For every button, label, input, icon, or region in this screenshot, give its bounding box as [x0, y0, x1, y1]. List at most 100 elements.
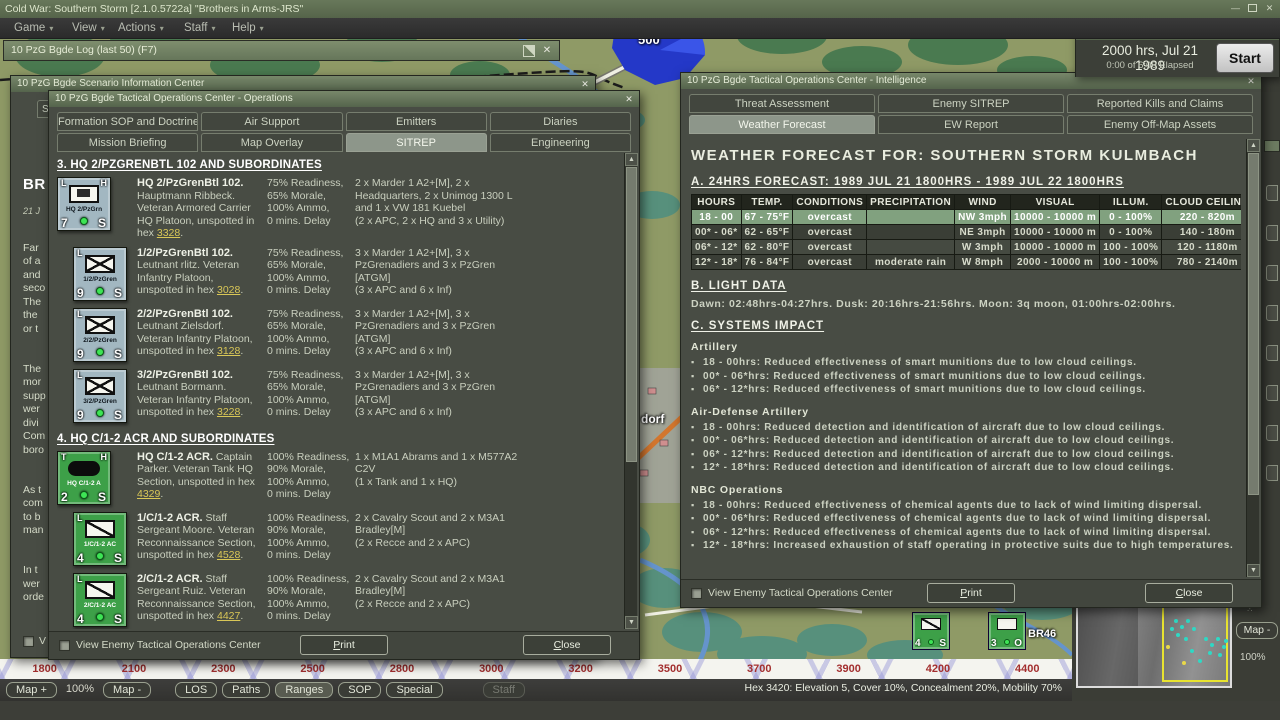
minimap-viewport[interactable] [1162, 606, 1228, 682]
print-button[interactable]: Print [927, 583, 1015, 603]
hex-status-text: Hex 3420: Elevation 5, Cover 10%, Concea… [744, 682, 1062, 694]
edge-button[interactable] [1266, 305, 1278, 321]
special-button[interactable]: Special [386, 682, 442, 698]
close-button[interactable]: Close [1145, 583, 1233, 603]
scrollbar[interactable]: ▲ ▼ [624, 153, 637, 629]
operations-window-titlebar[interactable]: 10 PzG Bgde Tactical Operations Center -… [49, 91, 639, 107]
infantry-symbol-icon [85, 255, 115, 273]
tab-formation-sop[interactable]: Formation SOP and Doctrine [57, 112, 198, 131]
print-button[interactable]: Print [300, 635, 388, 655]
tab-weather-forecast[interactable]: Weather Forecast [689, 115, 875, 134]
menu-view[interactable]: View [72, 18, 105, 39]
tab-diaries[interactable]: Diaries [490, 112, 631, 131]
edge-button[interactable] [1266, 425, 1278, 441]
zoom-level-edge: 100% [1240, 652, 1266, 663]
edge-button[interactable] [1266, 465, 1278, 481]
restore-icon[interactable] [1248, 4, 1257, 12]
tab-enemy-offmap[interactable]: Enemy Off-Map Assets [1067, 115, 1253, 134]
menu-actions[interactable]: Actions [118, 18, 164, 39]
hex-link[interactable]: 3328 [157, 227, 180, 239]
impact-nbc: NBC Operations 18 - 00hrs: Reduced effec… [691, 484, 1241, 553]
unit-row: L 2/C/1-2 AC 4S 2/C/1-2 ACR. Staff Serge… [57, 573, 619, 627]
hex-link[interactable]: 4427 [217, 610, 240, 622]
map-minus-edge-button[interactable]: Map - [1236, 622, 1278, 639]
map-toolbar: Map + 100% Map - LOS Paths Ranges SOP Sp… [0, 679, 1072, 701]
unit-row: L 2/2/PzGren 9S 2/2/PzGrenBtl 102. Leutn… [57, 308, 619, 362]
view-enemy-toc-checkbox[interactable] [691, 588, 702, 599]
edge-button[interactable] [1266, 225, 1278, 241]
status-dot-icon [96, 287, 104, 295]
unit-counter-icon[interactable]: TH HQ C/1-2 A 2S [57, 451, 111, 505]
unit-counter-icon[interactable]: L 2/2/PzGren 9S [73, 308, 127, 362]
section-c-heading: C. SYSTEMS IMPACT [691, 320, 1241, 332]
edge-button[interactable] [1266, 185, 1278, 201]
weather-content: WEATHER FORECAST FOR: SOUTHERN STORM KUL… [691, 139, 1241, 577]
tab-air-support[interactable]: Air Support [201, 112, 342, 131]
section-a-heading: A. 24HRS FORECAST: 1989 JUL 21 1800HRS -… [691, 176, 1241, 188]
hex-link[interactable]: 4528 [217, 549, 240, 561]
log-window-title: 10 PzG Bgde Log (last 50) (F7) [11, 44, 157, 56]
edge-button[interactable] [1266, 385, 1278, 401]
close-icon[interactable]: ✕ [579, 78, 591, 90]
ranges-button[interactable]: Ranges [275, 682, 333, 698]
los-button[interactable]: LOS [175, 682, 217, 698]
map-unit-counter[interactable]: 4 S [912, 612, 950, 650]
unit-equipment: 2 x Cavalry Scout and 2 x M3A1 Bradley[M… [355, 573, 530, 627]
unit-counter-icon[interactable]: L 1/2/PzGren 9S [73, 247, 127, 301]
tab-ew-report[interactable]: EW Report [878, 115, 1064, 134]
tab-reported-kills[interactable]: Reported Kills and Claims [1067, 94, 1253, 113]
minimap[interactable] [1076, 597, 1232, 688]
minimize-icon[interactable]: — [1229, 3, 1242, 14]
weather-header-row: HOURSTEMP. CONDITIONSPRECIPITATION WINDV… [692, 195, 1242, 210]
close-icon[interactable]: ✕ [623, 93, 635, 105]
unit-stats: 100% Readiness, 90% Morale, 100% Ammo, 0… [267, 451, 355, 505]
menu-game[interactable]: Game [14, 18, 53, 39]
status-dot-icon [96, 552, 104, 560]
popout-icon[interactable] [523, 45, 535, 57]
checkbox[interactable] [23, 636, 34, 647]
start-button[interactable]: Start [1216, 43, 1274, 73]
unit-equipment: 2 x Marder 1 A2+[M], 2 x Headquarters, 2… [355, 177, 530, 240]
staff-button[interactable]: Staff [483, 682, 525, 698]
map-plus-button[interactable]: Map + [6, 682, 57, 698]
tab-sitrep[interactable]: SITREP [346, 133, 487, 152]
unit-equipment: 2 x Cavalry Scout and 2 x M3A1 Bradley[M… [355, 512, 530, 566]
unit-row: L 1/C/1-2 AC 4S 1/C/1-2 ACR. Staff Serge… [57, 512, 619, 566]
unit-counter-icon[interactable]: L 2/C/1-2 AC 4S [73, 573, 127, 627]
unit-counter-icon[interactable]: L 3/2/PzGren 9S [73, 369, 127, 423]
sop-button[interactable]: SOP [338, 682, 381, 698]
unit-equipment: 3 x Marder 1 A2+[M], 3 x PzGrenadiers an… [355, 369, 530, 423]
menu-staff[interactable]: Staff [184, 18, 215, 39]
close-icon[interactable]: ✕ [1263, 3, 1276, 14]
tab-mission-briefing[interactable]: Mission Briefing [57, 133, 198, 152]
map-unit-counter[interactable]: 3 O [988, 612, 1026, 650]
log-window-titlebar[interactable]: 10 PzG Bgde Log (last 50) (F7) ✕ [3, 40, 560, 61]
status-dot-icon [80, 217, 88, 225]
tab-engineering[interactable]: Engineering [490, 133, 631, 152]
map-minus-button[interactable]: Map - [103, 682, 151, 698]
unit-counter-icon[interactable]: LH HQ 2/PzGrn 7S [57, 177, 111, 231]
tab-emitters[interactable]: Emitters [346, 112, 487, 131]
close-icon[interactable]: ✕ [541, 45, 553, 57]
hex-link[interactable]: 4329 [137, 488, 160, 500]
tab-enemy-sitrep[interactable]: Enemy SITREP [878, 94, 1064, 113]
hex-link[interactable]: 3228 [217, 406, 240, 418]
view-enemy-toc-checkbox[interactable] [59, 640, 70, 651]
scrollbar[interactable]: ▲ ▼ [1246, 139, 1259, 577]
unit-stats: 100% Readiness, 90% Morale, 100% Ammo, 0… [267, 573, 355, 627]
recon-symbol-icon [85, 581, 115, 599]
hex-column-ruler: 18002100 23002500 28003000 32003500 3700… [0, 659, 1072, 679]
close-button[interactable]: Close [523, 635, 611, 655]
tab-map-overlay[interactable]: Map Overlay [201, 133, 342, 152]
paths-button[interactable]: Paths [222, 682, 270, 698]
hex-link[interactable]: 3128 [217, 345, 240, 357]
tank-symbol-icon [68, 461, 100, 476]
weather-row: 00* - 06*62 - 65°F overcast NE 3mph10000… [692, 225, 1242, 240]
scroll-down-icon: ▼ [1247, 564, 1260, 577]
menu-help[interactable]: Help [232, 18, 264, 39]
tab-threat-assessment[interactable]: Threat Assessment [689, 94, 875, 113]
edge-button[interactable] [1266, 265, 1278, 281]
hex-link[interactable]: 3028 [217, 284, 240, 296]
edge-button[interactable] [1266, 345, 1278, 361]
unit-counter-icon[interactable]: L 1/C/1-2 AC 4S [73, 512, 127, 566]
